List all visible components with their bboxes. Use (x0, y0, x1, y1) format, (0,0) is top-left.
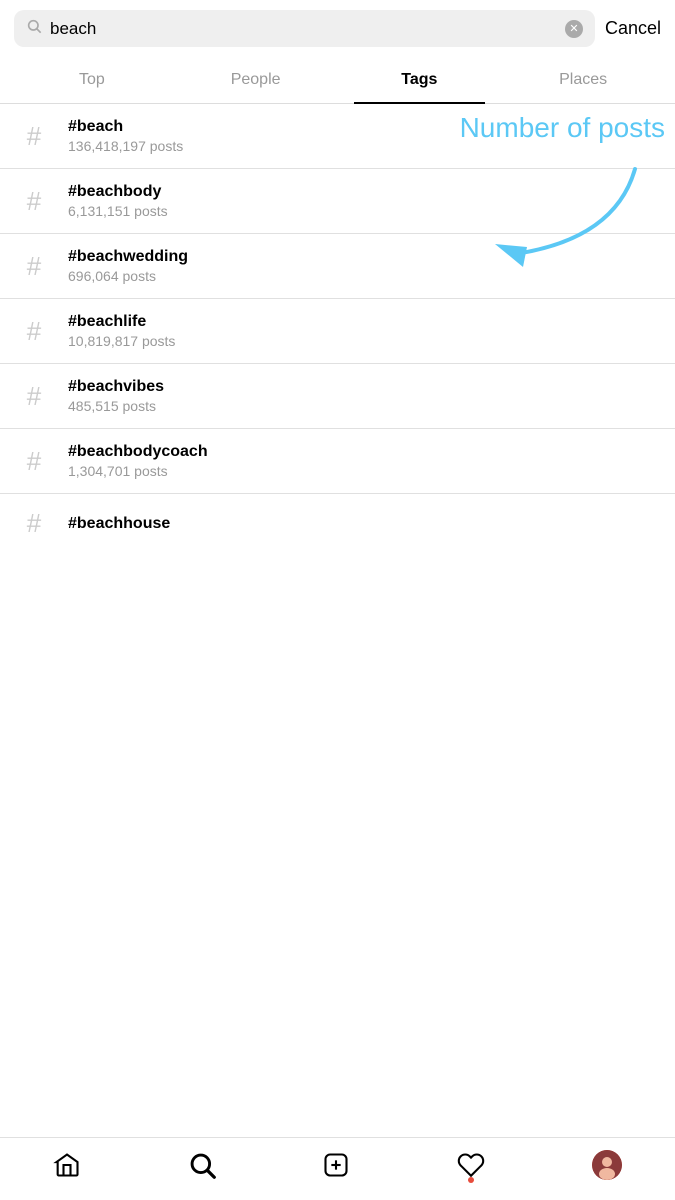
tag-posts: 1,304,701 posts (68, 463, 208, 479)
tag-posts: 136,418,197 posts (68, 138, 183, 154)
cancel-button[interactable]: Cancel (605, 18, 661, 39)
tag-name: #beach (68, 118, 183, 136)
tag-posts: 10,819,817 posts (68, 333, 175, 349)
hash-icon: # (16, 251, 52, 282)
nav-search[interactable] (188, 1151, 216, 1179)
tag-posts: 6,131,151 posts (68, 203, 168, 219)
hash-icon: # (16, 316, 52, 347)
tag-info: #beachbodycoach 1,304,701 posts (68, 443, 208, 479)
bottom-nav (0, 1137, 675, 1200)
tag-item-beachvibes[interactable]: # #beachvibes 485,515 posts (0, 364, 675, 429)
tag-item-beachwedding[interactable]: # #beachwedding 696,064 posts (0, 234, 675, 299)
tag-item-beachbody[interactable]: # #beachbody 6,131,151 posts (0, 169, 675, 234)
tag-info: #beachwedding 696,064 posts (68, 248, 188, 284)
search-input-wrap: ✕ (14, 10, 595, 47)
tag-name: #beachbody (68, 183, 168, 201)
hash-icon: # (16, 446, 52, 477)
tag-item-beachlife[interactable]: # #beachlife 10,819,817 posts (0, 299, 675, 364)
heart-icon (457, 1151, 485, 1179)
tag-name: #beachhouse (68, 515, 170, 533)
nav-add[interactable] (322, 1151, 350, 1179)
nav-home[interactable] (53, 1151, 81, 1179)
tab-tags[interactable]: Tags (338, 57, 502, 103)
home-icon (53, 1151, 81, 1179)
profile-avatar (592, 1150, 622, 1180)
tab-people[interactable]: People (174, 57, 338, 103)
tag-name: #beachbodycoach (68, 443, 208, 461)
tag-info: #beach 136,418,197 posts (68, 118, 183, 154)
tag-list: # #beach 136,418,197 posts Number of pos… (0, 104, 675, 553)
tag-item-beach[interactable]: # #beach 136,418,197 posts (0, 104, 675, 169)
tag-name: #beachlife (68, 313, 175, 331)
tag-info: #beachlife 10,819,817 posts (68, 313, 175, 349)
nav-activity[interactable] (457, 1151, 485, 1179)
tag-info: #beachvibes 485,515 posts (68, 378, 164, 414)
hash-icon: # (16, 508, 52, 539)
activity-dot (468, 1177, 474, 1183)
tab-bar: Top People Tags Places (0, 57, 675, 104)
search-input[interactable] (50, 19, 557, 39)
tag-posts: 485,515 posts (68, 398, 164, 414)
tab-top[interactable]: Top (10, 57, 174, 103)
hash-icon: # (16, 186, 52, 217)
tag-name: #beachvibes (68, 378, 164, 396)
tag-info: #beachhouse (68, 515, 170, 533)
content-area: # #beach 136,418,197 posts Number of pos… (0, 104, 675, 633)
tag-info: #beachbody 6,131,151 posts (68, 183, 168, 219)
tag-name: #beachwedding (68, 248, 188, 266)
tab-places[interactable]: Places (501, 57, 665, 103)
hash-icon: # (16, 381, 52, 412)
add-icon (322, 1151, 350, 1179)
tag-item-beachbodycoach[interactable]: # #beachbodycoach 1,304,701 posts (0, 429, 675, 494)
nav-profile[interactable] (592, 1150, 622, 1180)
tag-posts: 696,064 posts (68, 268, 188, 284)
clear-icon[interactable]: ✕ (565, 20, 583, 38)
tag-item-beachhouse[interactable]: # #beachhouse (0, 494, 675, 553)
hash-icon: # (16, 121, 52, 152)
search-nav-icon (188, 1151, 216, 1179)
search-bar: ✕ Cancel (0, 0, 675, 57)
search-icon (26, 18, 42, 39)
